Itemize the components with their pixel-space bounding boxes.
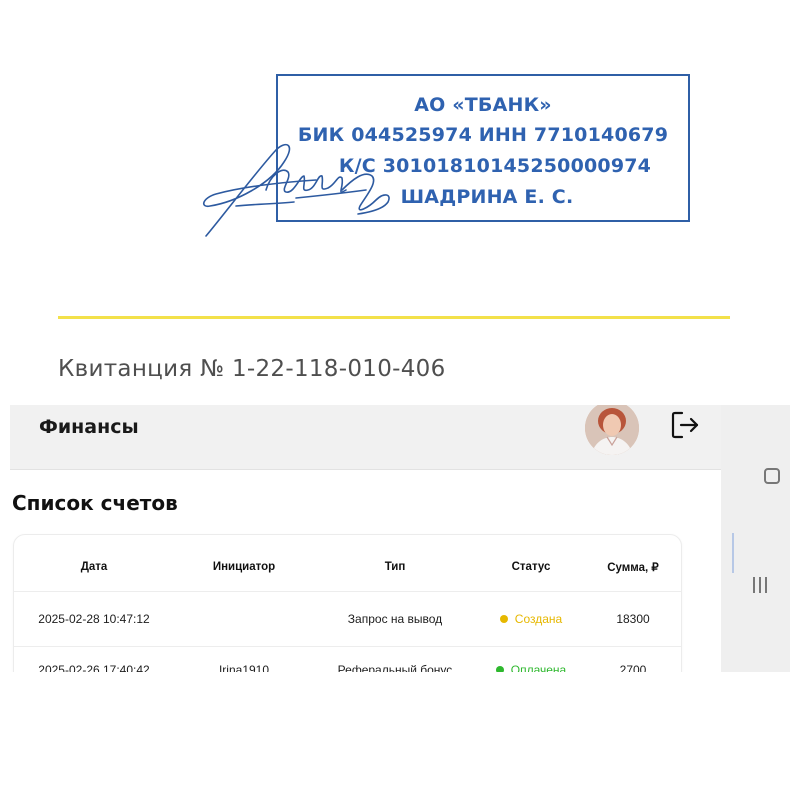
status-label: Создана (514, 611, 563, 626)
table-row[interactable]: 2025-02-28 10:47:12 Запрос на вывод Созд… (14, 591, 681, 647)
invoices-table: Дата Инициатор Тип Статус Сумма, ₽ 2025-… (13, 534, 682, 672)
row-status: Создана (476, 591, 586, 646)
row-sum: 18300 (616, 611, 650, 626)
menu-icon[interactable] (10, 417, 12, 435)
row-type: Реферальный бонус (337, 663, 453, 672)
yellow-divider (58, 316, 730, 319)
status-label: Оплачена (510, 663, 567, 672)
column-header-date[interactable]: Дата (14, 543, 174, 591)
top-bar: Финансы (10, 405, 733, 470)
column-header-sum[interactable]: Сумма, ₽ (586, 543, 680, 591)
row-sum: 2700 (619, 663, 647, 672)
app-switcher-icon[interactable] (753, 577, 773, 593)
finance-app-screen: Финансы Список счетов Дата Инициатор Тип… (10, 405, 790, 672)
status-dot-icon (495, 666, 504, 672)
invoices-heading: Список счетов (12, 491, 178, 515)
row-date: 2025-02-28 10:47:12 (38, 611, 150, 626)
column-header-type[interactable]: Тип (314, 543, 476, 591)
column-header-status[interactable]: Статус (476, 543, 586, 591)
row-initiator: Irina1910 (218, 663, 270, 672)
avatar[interactable] (585, 405, 639, 455)
page-title: Финансы (39, 416, 139, 438)
receipt-number: Квитанция № 1-22-118-010-406 (58, 356, 446, 382)
row-initiator (174, 591, 314, 646)
row-date: 2025-02-26 17:40:42 (38, 663, 150, 672)
stamp-bank-name: АО «ТБАНК» (414, 94, 552, 116)
status-dot-icon (499, 614, 508, 623)
handwritten-signature (203, 143, 390, 237)
scroll-indicator (732, 533, 734, 573)
row-status: Оплачена (476, 646, 586, 672)
row-type: Запрос на вывод (347, 611, 443, 626)
table-row[interactable]: 2025-02-26 17:40:42 Irina1910 Реферальны… (14, 646, 681, 672)
column-header-initiator[interactable]: Инициатор (174, 543, 314, 591)
recent-apps-icon[interactable] (764, 468, 780, 484)
logout-icon[interactable] (669, 409, 701, 441)
table-header-row: Дата Инициатор Тип Статус Сумма, ₽ (14, 543, 681, 592)
user-photo-icon (585, 405, 639, 455)
